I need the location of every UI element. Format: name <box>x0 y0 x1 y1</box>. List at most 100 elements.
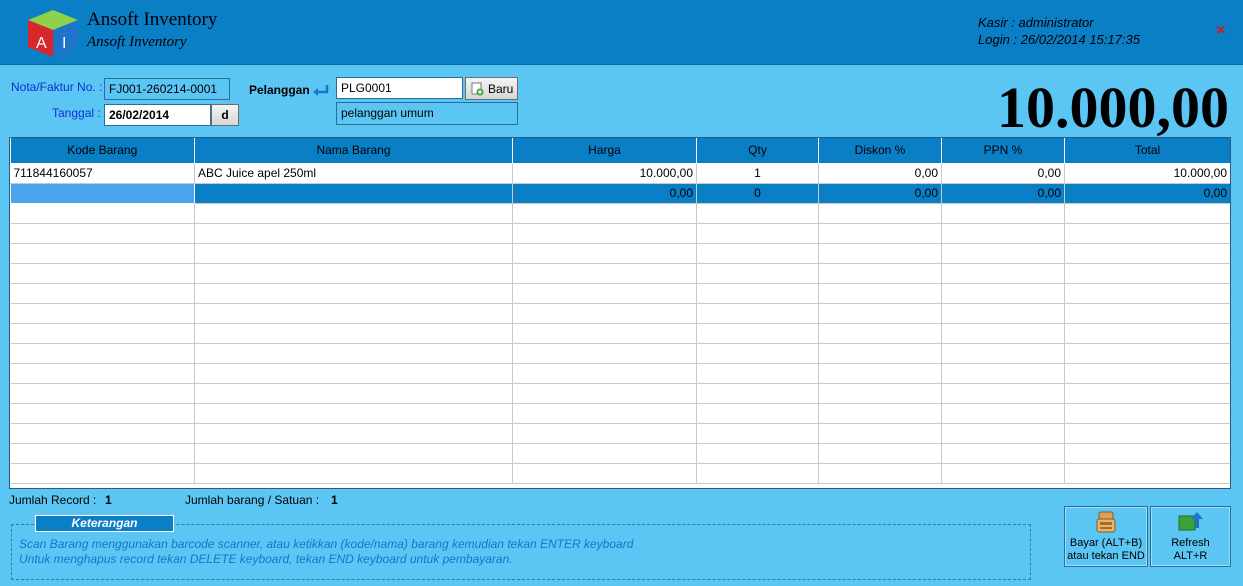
cell-empty[interactable] <box>194 423 513 444</box>
cell-empty[interactable] <box>512 263 697 284</box>
cell-empty[interactable] <box>696 403 819 424</box>
table-row-empty[interactable] <box>10 303 1230 324</box>
cell-total[interactable]: 0,00 <box>1064 183 1230 204</box>
cell-empty[interactable] <box>194 363 513 384</box>
cell-empty[interactable] <box>1064 463 1230 484</box>
col-total[interactable]: Total <box>1064 138 1230 164</box>
cell-empty[interactable] <box>10 203 195 224</box>
cell-empty[interactable] <box>818 243 942 264</box>
cell-empty[interactable] <box>10 463 195 484</box>
table-row-empty[interactable] <box>10 383 1230 404</box>
cell-empty[interactable] <box>818 223 942 244</box>
cell-empty[interactable] <box>696 443 819 464</box>
cell-empty[interactable] <box>1064 423 1230 444</box>
cell-empty[interactable] <box>941 263 1065 284</box>
cell-qty[interactable]: 0 <box>696 183 819 204</box>
col-ppn[interactable]: PPN % <box>941 138 1065 164</box>
cell-kode[interactable]: 711844160057 <box>10 163 195 184</box>
bayar-button[interactable]: Bayar (ALT+B) atau tekan END <box>1064 506 1148 567</box>
table-row-empty[interactable] <box>10 403 1230 424</box>
table-row-selected[interactable]: 0,00 0 0,00 0,00 0,00 <box>10 182 1230 204</box>
cell-empty[interactable] <box>818 203 942 224</box>
cell-empty[interactable] <box>1064 283 1230 304</box>
cell-empty[interactable] <box>818 423 942 444</box>
cell-empty[interactable] <box>941 203 1065 224</box>
cell-empty[interactable] <box>941 363 1065 384</box>
cell-empty[interactable] <box>1064 343 1230 364</box>
refresh-button[interactable]: Refresh ALT+R <box>1150 506 1231 567</box>
cell-empty[interactable] <box>1064 203 1230 224</box>
cell-empty[interactable] <box>818 303 942 324</box>
cell-empty[interactable] <box>512 363 697 384</box>
cell-empty[interactable] <box>696 203 819 224</box>
cell-empty[interactable] <box>194 263 513 284</box>
cell-empty[interactable] <box>10 283 195 304</box>
close-icon[interactable]: × <box>1216 22 1225 40</box>
cell-empty[interactable] <box>696 363 819 384</box>
cell-empty[interactable] <box>941 223 1065 244</box>
cell-empty[interactable] <box>10 263 195 284</box>
cell-empty[interactable] <box>696 223 819 244</box>
cell-empty[interactable] <box>941 303 1065 324</box>
cell-ppn[interactable]: 0,00 <box>941 183 1065 204</box>
table-row-empty[interactable] <box>10 463 1230 484</box>
cell-empty[interactable] <box>10 223 195 244</box>
cell-empty[interactable] <box>1064 363 1230 384</box>
cell-nama[interactable]: ABC Juice apel 250ml <box>194 163 513 184</box>
cell-empty[interactable] <box>941 403 1065 424</box>
cell-empty[interactable] <box>10 423 195 444</box>
cell-nama[interactable] <box>194 183 513 204</box>
cell-empty[interactable] <box>194 243 513 264</box>
cell-empty[interactable] <box>696 283 819 304</box>
cell-empty[interactable] <box>512 443 697 464</box>
cell-total[interactable]: 10.000,00 <box>1064 163 1230 184</box>
cell-empty[interactable] <box>941 423 1065 444</box>
cell-empty[interactable] <box>194 343 513 364</box>
cell-empty[interactable] <box>941 243 1065 264</box>
cell-empty[interactable] <box>696 323 819 344</box>
cell-empty[interactable] <box>696 243 819 264</box>
cell-empty[interactable] <box>818 383 942 404</box>
cell-empty[interactable] <box>941 463 1065 484</box>
cell-empty[interactable] <box>818 283 942 304</box>
cell-empty[interactable] <box>1064 263 1230 284</box>
table-row-empty[interactable] <box>10 243 1230 264</box>
cell-empty[interactable] <box>512 383 697 404</box>
cell-empty[interactable] <box>10 303 195 324</box>
cell-empty[interactable] <box>512 283 697 304</box>
cell-empty[interactable] <box>194 283 513 304</box>
cell-empty[interactable] <box>10 363 195 384</box>
table-row-empty[interactable] <box>10 323 1230 344</box>
cell-empty[interactable] <box>10 443 195 464</box>
cell-empty[interactable] <box>194 203 513 224</box>
cell-empty[interactable] <box>194 383 513 404</box>
table-row-empty[interactable] <box>10 423 1230 444</box>
cell-empty[interactable] <box>941 343 1065 364</box>
date-picker-button[interactable]: d <box>211 104 239 126</box>
cell-empty[interactable] <box>512 243 697 264</box>
cell-empty[interactable] <box>194 223 513 244</box>
cell-empty[interactable] <box>10 383 195 404</box>
cell-empty[interactable] <box>512 323 697 344</box>
cell-empty[interactable] <box>512 303 697 324</box>
cell-empty[interactable] <box>818 263 942 284</box>
cell-empty[interactable] <box>818 363 942 384</box>
col-harga[interactable]: Harga <box>512 138 697 164</box>
cell-empty[interactable] <box>1064 303 1230 324</box>
cell-empty[interactable] <box>512 463 697 484</box>
cell-empty[interactable] <box>696 463 819 484</box>
cell-empty[interactable] <box>941 323 1065 344</box>
cell-empty[interactable] <box>194 443 513 464</box>
cell-empty[interactable] <box>696 263 819 284</box>
cell-empty[interactable] <box>696 343 819 364</box>
cell-harga[interactable]: 10.000,00 <box>512 163 697 184</box>
table-row-empty[interactable] <box>10 223 1230 244</box>
cell-empty[interactable] <box>1064 403 1230 424</box>
table-row-empty[interactable] <box>10 343 1230 364</box>
cell-empty[interactable] <box>10 403 195 424</box>
table-row[interactable]: 711844160057 ABC Juice apel 250ml 10.000… <box>10 163 1230 184</box>
cell-empty[interactable] <box>818 463 942 484</box>
table-row-empty[interactable] <box>10 263 1230 284</box>
cell-empty[interactable] <box>1064 383 1230 404</box>
cell-empty[interactable] <box>696 383 819 404</box>
